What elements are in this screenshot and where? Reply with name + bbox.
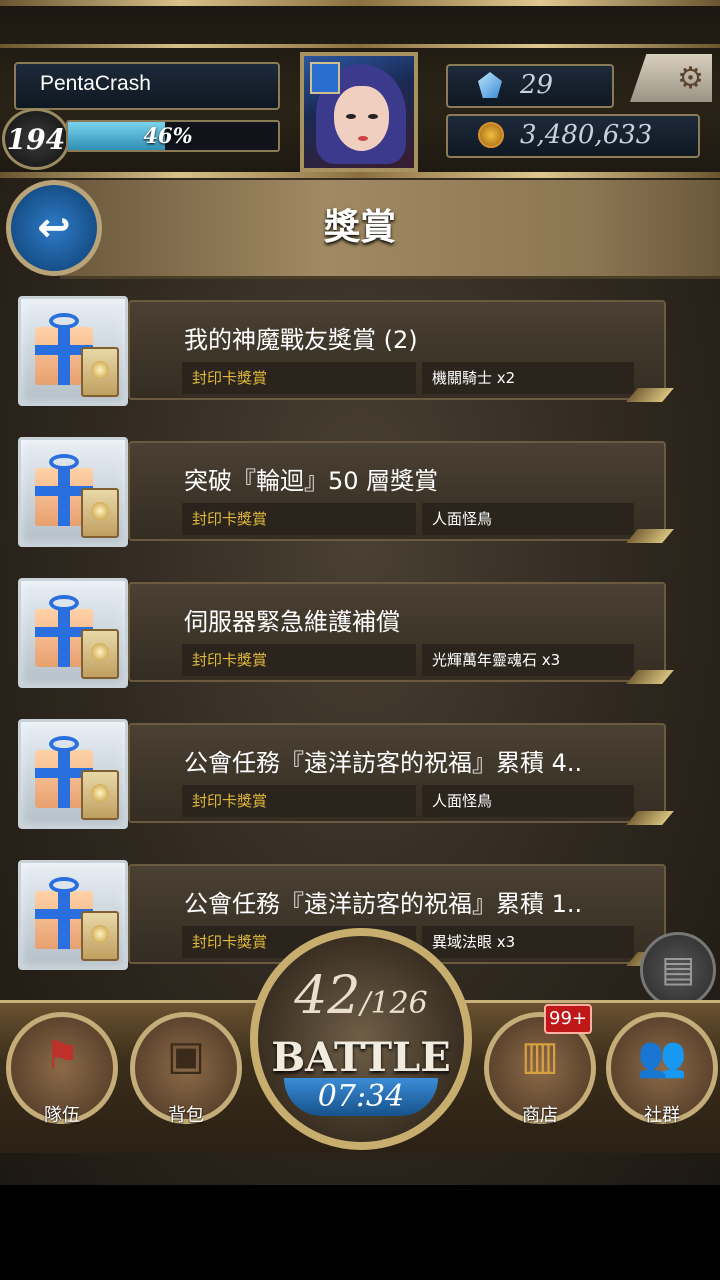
portrait-eye <box>368 114 378 119</box>
reward-row[interactable]: 伺服器緊急維護補償封印卡獎賞 光輝萬年靈魂石 x3 <box>18 578 670 688</box>
reward-title: 公會任務『遠洋訪客的祝福』累積 4.. <box>184 749 583 777</box>
battle-button[interactable]: 42/126 BATTLE 07:34 <box>250 928 472 1150</box>
reward-thumbnail[interactable] <box>18 860 128 970</box>
reward-item: 人面怪鳥 <box>422 503 634 535</box>
gift-bow <box>49 595 79 611</box>
gift-ribbon <box>58 891 70 949</box>
header-border <box>0 44 720 48</box>
seal-card-icon <box>81 770 119 820</box>
portrait-mouth <box>358 136 368 141</box>
reward-panel: 伺服器緊急維護補償封印卡獎賞 光輝萬年靈魂石 x3 <box>128 582 666 682</box>
page-icon: ▤ <box>660 949 695 990</box>
coin-count: 3,480,633 <box>520 120 653 150</box>
portrait-eye <box>346 114 356 119</box>
reward-row[interactable]: 我的神魔戰友獎賞 (2) 封印卡獎賞 機關騎士 x2 <box>18 296 670 406</box>
level-badge: 194 <box>2 108 70 170</box>
reward-title: 我的神魔戰友獎賞 (2) <box>184 326 418 354</box>
header-border <box>0 0 720 6</box>
reward-panel: 公會任務『遠洋訪客的祝福』累積 4.. 封印卡獎賞 人面怪鳥 <box>128 723 666 823</box>
nav-social-button[interactable]: 👥 社群 <box>606 1012 718 1126</box>
seal-card-icon <box>81 629 119 679</box>
nav-team-label: 隊伍 <box>44 1105 80 1126</box>
stamina-timer: 07:34 <box>317 1079 405 1114</box>
player-name-plate: PentaCrash <box>14 62 280 110</box>
exp-bar: 46% <box>66 120 280 152</box>
gift-bow <box>49 736 79 752</box>
stamina-max: /126 <box>360 986 428 1021</box>
portrait-face <box>334 86 389 151</box>
attribute-icon <box>310 62 340 94</box>
reward-item: 異域法眼 x3 <box>422 926 634 958</box>
back-button[interactable]: ↩ <box>6 180 102 276</box>
gem-counter[interactable]: 29 <box>446 64 614 108</box>
nav-shop-label: 商店 <box>522 1105 558 1126</box>
gift-bow <box>49 313 79 329</box>
reward-panel: 我的神魔戰友獎賞 (2) 封印卡獎賞 機關騎士 x2 <box>128 300 666 400</box>
nav-social-label: 社群 <box>644 1105 680 1126</box>
coin-counter: 3,480,633 <box>446 114 700 158</box>
battle-label: BATTLE <box>271 1034 451 1081</box>
gear-icon: ⚙ <box>677 60 704 96</box>
reward-title: 突破『輪迴』50 層獎賞 <box>184 467 439 495</box>
nav-bag-button[interactable]: ▣ 背包 <box>130 1012 242 1126</box>
reward-title: 公會任務『遠洋訪客的祝福』累積 1.. <box>184 890 583 918</box>
reward-thumbnail[interactable] <box>18 296 128 406</box>
leader-portrait[interactable] <box>300 52 418 172</box>
reward-item: 人面怪鳥 <box>422 785 634 817</box>
scroll-side-button[interactable]: ▤ <box>640 932 716 1008</box>
settings-button[interactable]: ⚙ <box>630 54 712 102</box>
bag-icon: ▣ <box>167 1033 205 1079</box>
system-bar-area <box>0 1185 720 1280</box>
reward-type: 封印卡獎賞 <box>182 503 416 535</box>
page-title: 獎賞 <box>323 207 396 248</box>
reward-type: 封印卡獎賞 <box>182 785 416 817</box>
gem-count: 29 <box>520 70 554 100</box>
exp-percent: 46% <box>143 123 193 148</box>
reward-item: 機關騎士 x2 <box>422 362 634 394</box>
reward-row[interactable]: 突破『輪迴』50 層獎賞封印卡獎賞 人面怪鳥 <box>18 437 670 547</box>
seal-card-icon <box>81 911 119 961</box>
reward-thumbnail[interactable] <box>18 578 128 688</box>
back-arrow-icon: ↩ <box>37 205 71 251</box>
flag-icon: ⚑ <box>44 1033 80 1079</box>
reward-type: 封印卡獎賞 <box>182 362 416 394</box>
coin-icon <box>478 122 504 148</box>
gift-ribbon <box>58 750 70 808</box>
seal-card-icon <box>81 488 119 538</box>
top-header: PentaCrash 194 46% 29 3,480,633 ⚙ <box>0 0 720 178</box>
gift-ribbon <box>58 609 70 667</box>
reward-row[interactable]: 公會任務『遠洋訪客的祝福』累積 4.. 封印卡獎賞 人面怪鳥 <box>18 719 670 829</box>
stamina-timer-bar: 07:34 <box>284 1078 438 1116</box>
chest-icon: ▥ <box>521 1033 559 1079</box>
people-icon: 👥 <box>637 1034 687 1080</box>
nav-bag-label: 背包 <box>168 1105 204 1126</box>
player-level: 194 <box>6 122 66 156</box>
game-screen: PentaCrash 194 46% 29 3,480,633 ⚙ 獎賞 ↩ 我… <box>0 0 720 1185</box>
header-border <box>0 172 720 178</box>
reward-title: 伺服器緊急維護補償 <box>184 608 400 636</box>
shop-notification-badge: 99+ <box>544 1004 592 1034</box>
player-name: PentaCrash <box>40 72 151 95</box>
reward-thumbnail[interactable] <box>18 719 128 829</box>
gem-icon <box>478 72 502 98</box>
nav-team-button[interactable]: ⚑ 隊伍 <box>6 1012 118 1126</box>
title-banner: 獎賞 <box>60 180 720 279</box>
battle-stamina: 42/126 <box>258 966 464 1026</box>
reward-type: 封印卡獎賞 <box>182 644 416 676</box>
reward-thumbnail[interactable] <box>18 437 128 547</box>
gift-ribbon <box>58 327 70 385</box>
gift-bow <box>49 877 79 893</box>
stamina-current: 42 <box>294 966 361 1026</box>
gift-ribbon <box>58 468 70 526</box>
gift-bow <box>49 454 79 470</box>
seal-card-icon <box>81 347 119 397</box>
reward-panel: 突破『輪迴』50 層獎賞封印卡獎賞 人面怪鳥 <box>128 441 666 541</box>
reward-item: 光輝萬年靈魂石 x3 <box>422 644 634 676</box>
